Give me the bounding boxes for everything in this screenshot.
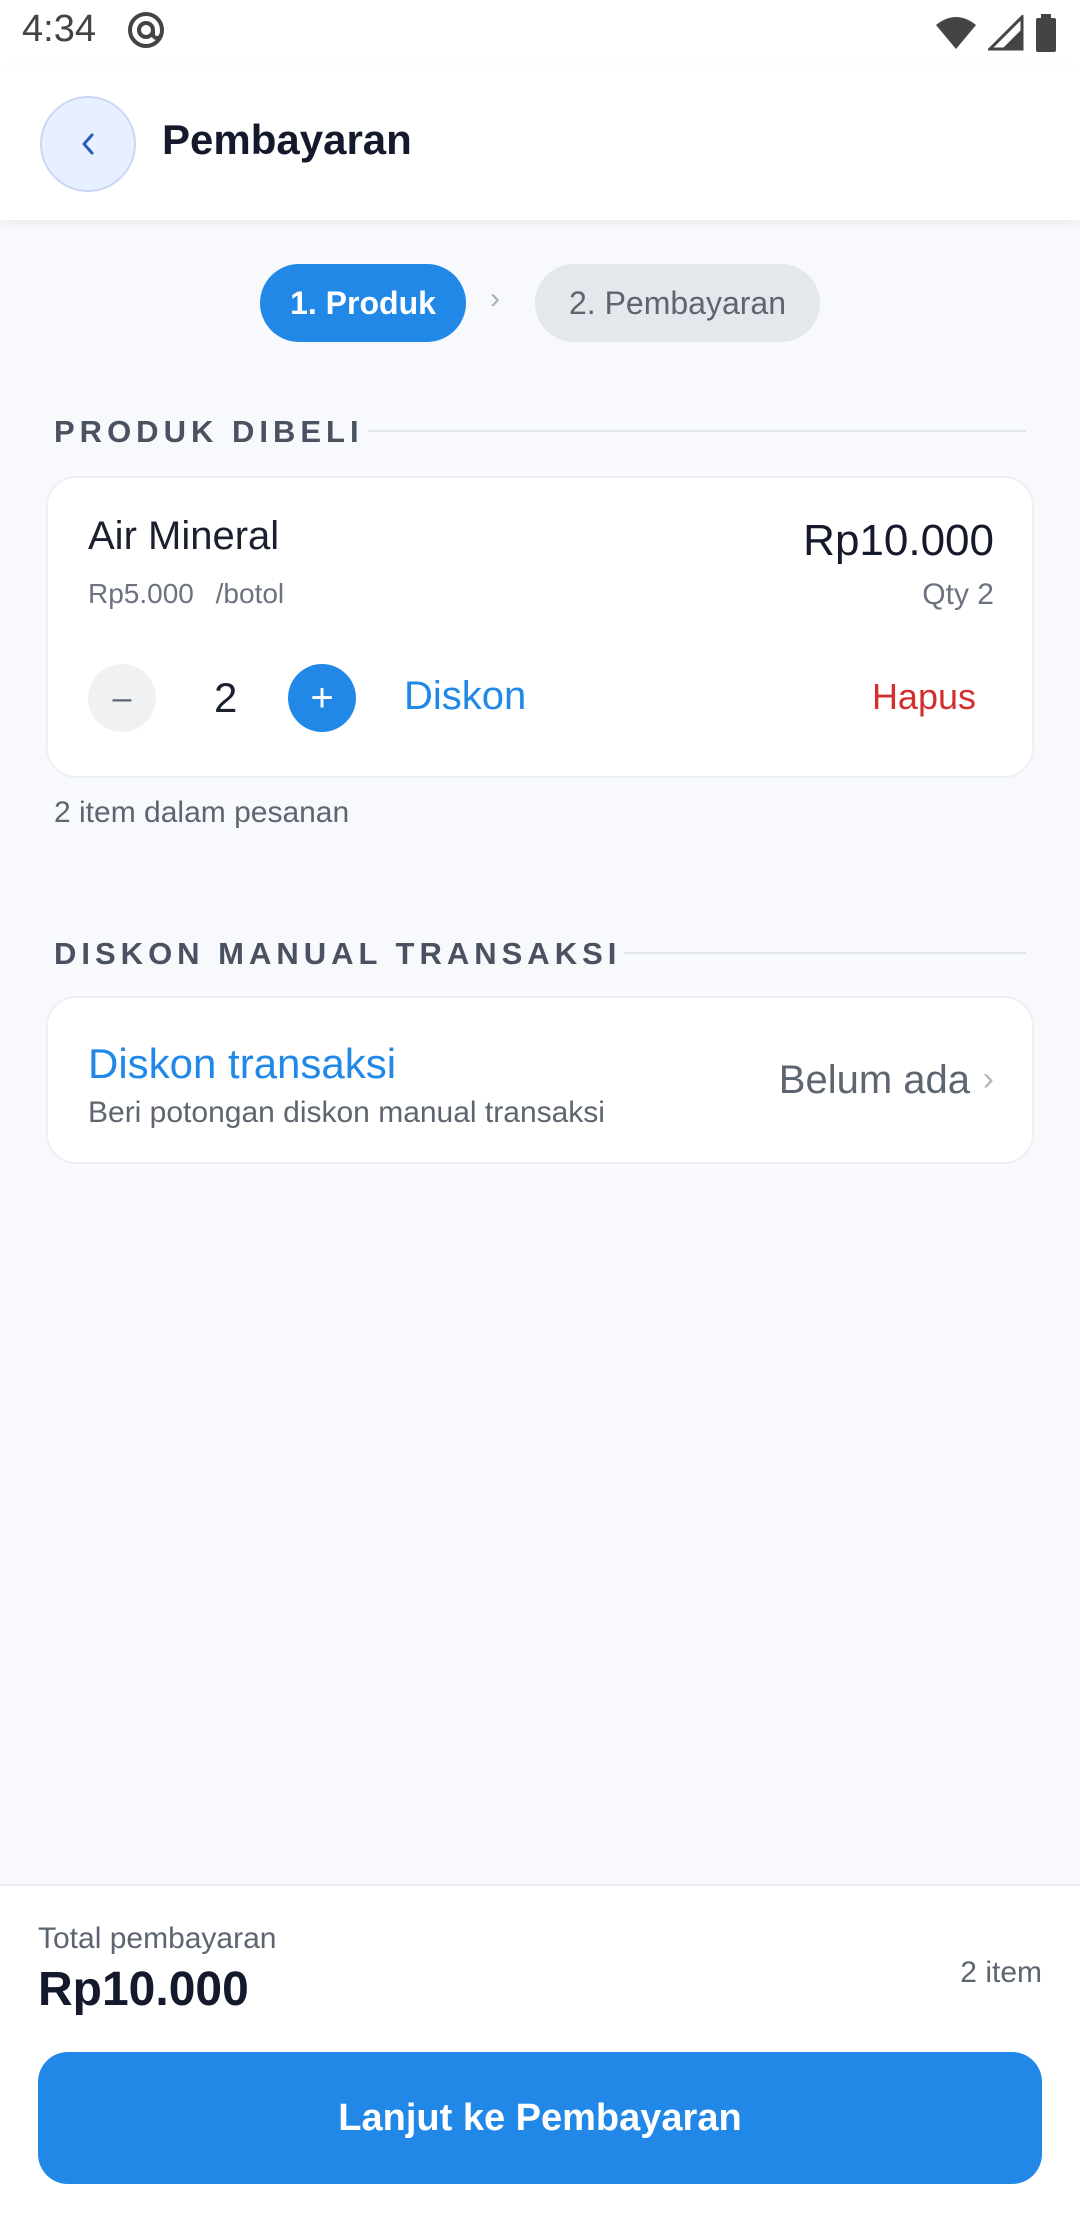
unit-label: /botol [215,578,285,609]
item-discount-button[interactable]: Diskon [404,674,526,719]
product-total: Rp10.000 [803,516,994,565]
total-value: Rp10.000 [38,1963,249,2016]
minus-icon: – [112,678,132,717]
discount-value: Belum ada [778,1058,970,1102]
signal-icon [988,15,1024,51]
app-header: Pembayaran [0,66,1080,220]
back-button[interactable] [40,96,136,192]
unit-price: Rp5.000 [88,578,194,609]
battery-icon [1036,14,1056,52]
continue-to-payment-button[interactable]: Lanjut ke Pembayaran [38,2052,1042,2184]
product-card: Air Mineral Rp5.000 /botol Rp10.000 Qty … [46,476,1034,778]
wifi-icon [936,17,976,49]
decrease-qty-button[interactable]: – [88,664,156,732]
chevron-left-icon [82,133,94,155]
product-name: Air Mineral [88,514,280,558]
total-label: Total pembayaran [38,1922,277,1955]
section-divider [624,952,1026,954]
at-sign-icon [128,12,164,48]
discount-section-heading: DISKON MANUAL TRANSAKSI [54,936,622,971]
section-divider [368,430,1026,432]
product-qty-label: Qty 2 [922,578,994,611]
products-section-heading: PRODUK DIBELI [54,414,364,449]
checkout-stepper: 1. Produk › 2. Pembayaran [0,264,1080,342]
qty-value: 2 [214,674,238,721]
product-unit-price: Rp5.000 /botol [88,578,284,610]
step-produk[interactable]: 1. Produk [260,264,466,342]
checkout-footer: Total pembayaran Rp10.000 2 item Lanjut … [0,1884,1080,2220]
status-time: 4:34 [22,8,96,50]
discount-title: Diskon transaksi [88,1040,397,1087]
order-item-count: 2 item dalam pesanan [54,796,350,829]
step-separator: › [490,282,500,315]
total-item-count: 2 item [960,1956,1042,1989]
step-pembayaran[interactable]: 2. Pembayaran [535,264,820,342]
chevron-right-icon: › [982,1060,994,1098]
delete-item-button[interactable]: Hapus [872,676,976,718]
status-bar: 4:34 [0,0,1080,66]
plus-icon: + [310,675,334,720]
status-icons [934,14,1058,52]
increase-qty-button[interactable]: + [288,664,356,732]
discount-subtitle: Beri potongan diskon manual transaksi [88,1096,605,1129]
transaction-discount-card[interactable]: Diskon transaksi Beri potongan diskon ma… [46,996,1034,1164]
page-title: Pembayaran [162,116,412,163]
